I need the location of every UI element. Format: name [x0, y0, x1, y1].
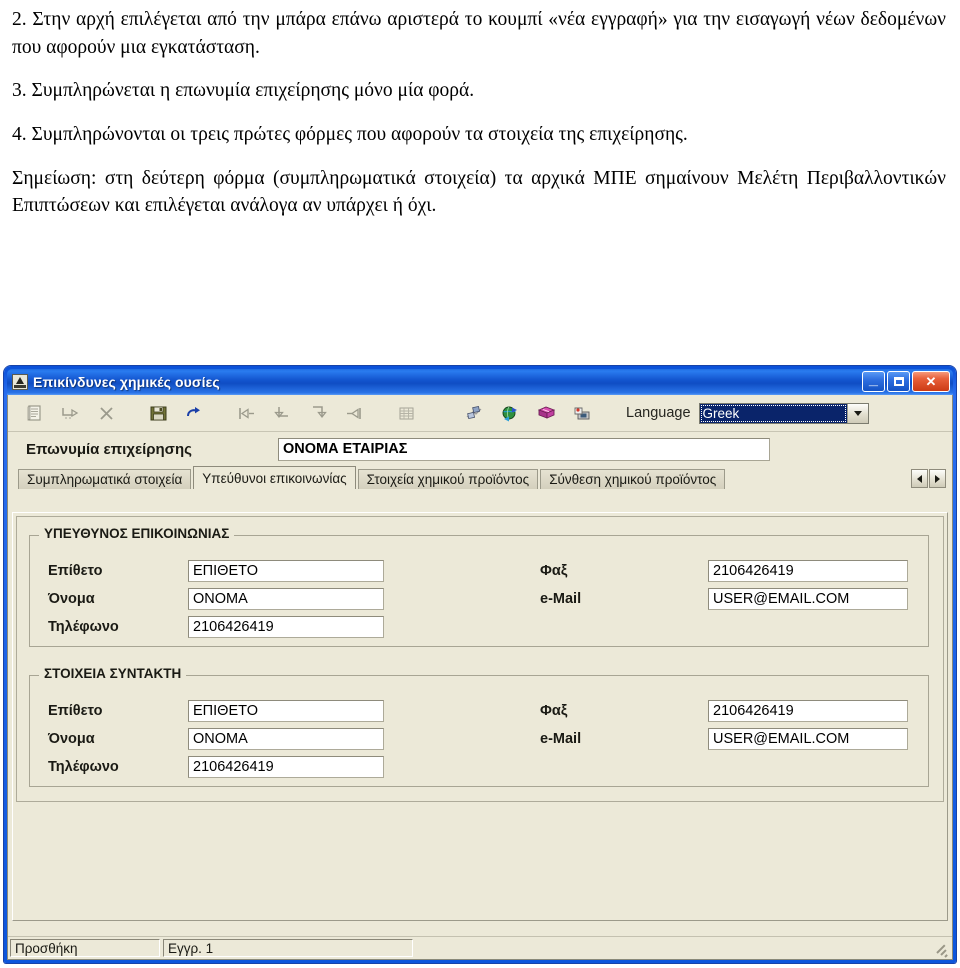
author-left-column: Επίθετο ΕΠΙΘΕΤΟ Όνομα ΟΝΟΜΑ Τηλέφωνο 210… — [48, 697, 488, 781]
author-email-label: e-Mail — [540, 731, 582, 747]
email-input[interactable]: USER@EMAIL.COM — [708, 588, 908, 610]
contact-persons-panel: ΥΠΕΥΘΥΝΟΣ ΕΠΙΚΟΙΝΩΝΙΑΣ Επίθετο ΕΠΙΘΕΤΟ Ό… — [16, 516, 944, 802]
print-setup-icon[interactable] — [564, 398, 600, 428]
contact-person-right-column: Φαξ 2106426419 e-Mail USER@EMAIL.COM — [540, 557, 940, 613]
field-row-author-phone: Τηλέφωνο 2106426419 — [48, 753, 488, 781]
author-firstname-input[interactable]: ΟΝΟΜΑ — [188, 728, 384, 750]
field-row-author-firstname: Όνομα ΟΝΟΜΑ — [48, 725, 488, 753]
lastname-input[interactable]: ΕΠΙΘΕΤΟ — [188, 560, 384, 582]
save-record-icon[interactable] — [140, 398, 176, 428]
tab-contact-persons[interactable]: Υπεύθυνοι επικοινωνίας — [193, 466, 356, 489]
toolbar: Language Greek — [8, 395, 952, 432]
paragraph-2: 2. Στην αρχή επιλέγεται από την μπάρα επ… — [12, 9, 946, 58]
group-contact-person-legend: ΥΠΕΥΘΥΝΟΣ ΕΠΙΚΟΙΝΩΝΙΑΣ — [40, 526, 235, 541]
help-book-icon[interactable] — [528, 398, 564, 428]
document-text: 2. Στην αρχή επιλέγεται από την μπάρα επ… — [0, 0, 960, 220]
tab-chemical-product-data[interactable]: Στοιχεία χημικού προϊόντος — [357, 469, 539, 489]
author-lastname-input[interactable]: ΕΠΙΘΕΤΟ — [188, 700, 384, 722]
status-bar: Προσθήκη Εγγρ. 1 — [8, 936, 952, 959]
new-record-icon[interactable] — [16, 398, 52, 428]
status-mode: Προσθήκη — [10, 939, 160, 957]
previous-record-icon[interactable] — [264, 398, 300, 428]
scroll-right-icon[interactable] — [929, 469, 946, 488]
paragraph-note: Σημείωση: στη δεύτερη φόρμα (συμπληρωματ… — [12, 167, 946, 217]
tab-page-contact-persons: ΥΠΕΥΘΥΝΟΣ ΕΠΙΚΟΙΝΩΝΙΑΣ Επίθετο ΕΠΙΘΕΤΟ Ό… — [12, 512, 948, 921]
firstname-label: Όνομα — [48, 591, 95, 607]
author-email-input[interactable]: USER@EMAIL.COM — [708, 728, 908, 750]
email-label: e-Mail — [540, 591, 582, 607]
close-button[interactable]: ✕ — [912, 371, 950, 392]
author-fax-label: Φαξ — [540, 703, 568, 719]
chevron-down-icon[interactable] — [846, 403, 868, 423]
author-firstname-label: Όνομα — [48, 731, 95, 747]
scroll-left-icon[interactable] — [911, 469, 928, 488]
tab-chemical-product-composition[interactable]: Σύνθεση χημικού προϊόντος — [540, 469, 726, 489]
group-author-data: ΣΤΟΙΧΕΙΑ ΣΥΝΤΑΚΤΗ Επίθετο ΕΠΙΘΕΤΟ Όνομα … — [29, 666, 929, 787]
phone-label: Τηλέφωνο — [48, 619, 119, 635]
field-row-fax: Φαξ 2106426419 — [540, 557, 940, 585]
field-row-firstname: Όνομα ΟΝΟΜΑ — [48, 585, 488, 613]
grid-view-icon[interactable] — [388, 398, 424, 428]
window-controls: _ ✕ — [862, 371, 950, 392]
firstname-input[interactable]: ΟΝΟΜΑ — [188, 588, 384, 610]
field-row-lastname: Επίθετο ΕΠΙΘΕΤΟ — [48, 557, 488, 585]
field-row-author-fax: Φαξ 2106426419 — [540, 697, 940, 725]
author-phone-label: Τηλέφωνο — [48, 759, 119, 775]
group-contact-person: ΥΠΕΥΘΥΝΟΣ ΕΠΙΚΟΙΝΩΝΙΑΣ Επίθετο ΕΠΙΘΕΤΟ Ό… — [29, 526, 929, 647]
minimize-button[interactable]: _ — [862, 371, 885, 392]
phone-input[interactable]: 2106426419 — [188, 616, 384, 638]
fax-label: Φαξ — [540, 563, 568, 579]
paragraph-3: 3. Συμπληρώνεται η επωνυμία επιχείρησης … — [12, 80, 475, 102]
company-name-label: Επωνυμία επιχείρησης — [26, 440, 192, 458]
tab-scroll-buttons — [911, 469, 946, 488]
resize-grip-icon[interactable] — [934, 941, 950, 958]
author-fax-input[interactable]: 2106426419 — [708, 700, 908, 722]
company-name-row: Επωνυμία επιχείρησης ΟΝΟΜΑ ΕΤΑΙΡΙΑΣ — [8, 432, 952, 466]
field-row-phone: Τηλέφωνο 2106426419 — [48, 613, 488, 641]
language-combobox[interactable]: Greek — [698, 402, 869, 424]
last-record-icon[interactable] — [336, 398, 372, 428]
status-spacer — [416, 939, 933, 957]
author-right-column: Φαξ 2106426419 e-Mail USER@EMAIL.COM — [540, 697, 940, 753]
edit-record-icon[interactable] — [52, 398, 88, 428]
status-record: Εγγρ. 1 — [163, 939, 413, 957]
delete-record-icon[interactable] — [88, 398, 124, 428]
maximize-button[interactable] — [887, 371, 910, 392]
fax-input[interactable]: 2106426419 — [708, 560, 908, 582]
company-name-input[interactable]: ΟΝΟΜΑ ΕΤΑΙΡΙΑΣ — [278, 437, 770, 461]
first-record-icon[interactable] — [228, 398, 264, 428]
import-export-icon[interactable] — [456, 398, 492, 428]
tab-supplementary-data[interactable]: Συμπληρωματικά στοιχεία — [18, 469, 192, 489]
field-row-email: e-Mail USER@EMAIL.COM — [540, 585, 940, 613]
window-title: Επικίνδυνες χημικές ουσίες — [33, 374, 220, 390]
contact-person-left-column: Επίθετο ΕΠΙΘΕΤΟ Όνομα ΟΝΟΜΑ Τηλέφωνο 210… — [48, 557, 488, 641]
group-author-data-legend: ΣΤΟΙΧΕΙΑ ΣΥΝΤΑΚΤΗ — [40, 666, 187, 681]
application-window: Επικίνδυνες χημικές ουσίες _ ✕ Language … — [4, 366, 956, 963]
tab-strip: Συμπληρωματικά στοιχεία Υπεύθυνοι επικοι… — [8, 466, 952, 489]
paragraph-4: 4. Συμπληρώνονται οι τρεις πρώτες φόρμες… — [12, 124, 688, 146]
author-phone-input[interactable]: 2106426419 — [188, 756, 384, 778]
author-lastname-label: Επίθετο — [48, 703, 103, 719]
next-record-icon[interactable] — [300, 398, 336, 428]
field-row-author-lastname: Επίθετο ΕΠΙΘΕΤΟ — [48, 697, 488, 725]
language-label: Language — [626, 405, 691, 421]
globe-transfer-icon[interactable] — [492, 398, 528, 428]
field-row-author-email: e-Mail USER@EMAIL.COM — [540, 725, 940, 753]
hazard-substance-icon — [12, 374, 28, 390]
window-client-area: Language Greek Επωνυμία επιχείρησης ΟΝΟΜ… — [7, 395, 953, 960]
window-titlebar[interactable]: Επικίνδυνες χημικές ουσίες _ ✕ — [7, 369, 953, 395]
language-selected-value: Greek — [699, 403, 847, 423]
lastname-label: Επίθετο — [48, 563, 103, 579]
undo-record-icon[interactable] — [176, 398, 212, 428]
